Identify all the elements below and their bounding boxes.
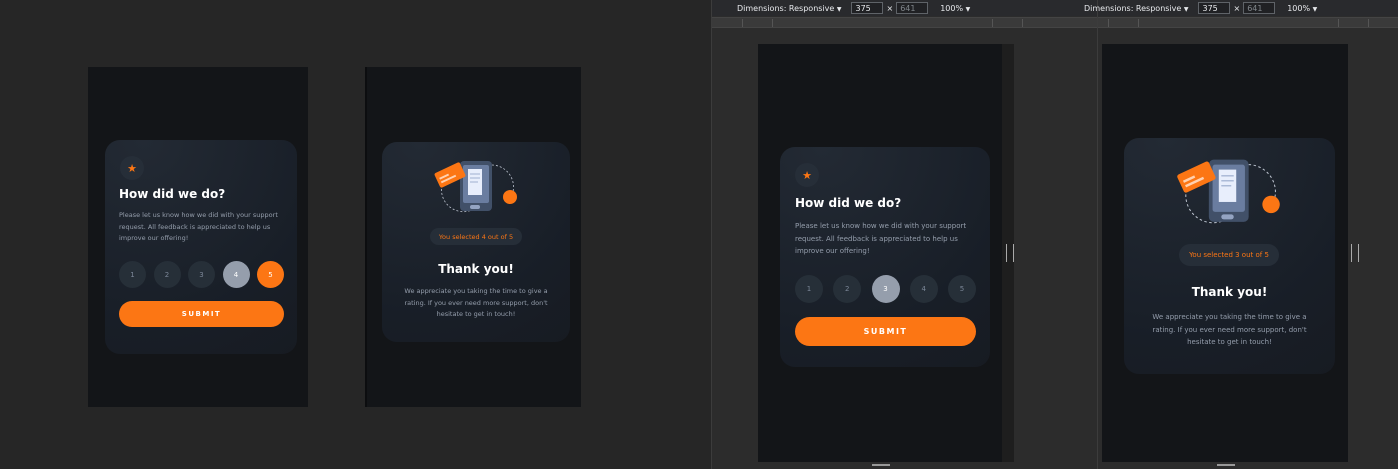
dimensions-dropdown[interactable]: Dimensions: Responsive ▼ xyxy=(737,4,841,13)
phone-receipt-icon xyxy=(434,161,517,213)
width-input[interactable]: 375 xyxy=(1198,2,1231,14)
thanks-description: We appreciate you taking the time to giv… xyxy=(1152,313,1307,346)
rating-group: 1 2 3 4 5 xyxy=(795,275,976,303)
zoom-dropdown[interactable]: 100% ▼ xyxy=(940,4,970,13)
rating-card-large: ★ How did we do? Please let us know how … xyxy=(780,147,990,367)
zoom-label: 100% xyxy=(940,3,964,13)
selected-rating-pill: You selected 3 out of 5 xyxy=(1179,244,1279,266)
rating-button-5[interactable]: 5 xyxy=(948,275,976,303)
dimensions-label: Dimensions: Responsive xyxy=(1084,3,1182,13)
submit-button[interactable]: SUBMIT xyxy=(119,301,284,327)
preview-phone-rating: ★ How did we do? Please let us know how … xyxy=(88,67,308,407)
devtools-responsive-panel-2: Dimensions: Responsive ▼ 375 × 641 100% … xyxy=(1084,0,1398,469)
times-sign: × xyxy=(886,3,894,13)
zoom-label: 100% xyxy=(1287,3,1311,13)
height-input[interactable]: 641 xyxy=(1243,2,1276,14)
rating-group: 1 2 3 4 5 xyxy=(119,261,284,288)
right-resize-handle[interactable] xyxy=(1351,244,1359,262)
payment-illustration xyxy=(432,155,522,219)
chevron-down-icon: ▼ xyxy=(1183,5,1189,13)
chevron-down-icon: ▼ xyxy=(1312,5,1318,13)
star-badge: ★ xyxy=(120,156,144,180)
preview-phone-thanks: You selected 4 out of 5 Thank you! We ap… xyxy=(365,67,581,407)
rating-button-2[interactable]: 2 xyxy=(833,275,862,303)
thanks-title: Thank you! xyxy=(1191,285,1268,299)
card-description: Please let us know how we did with your … xyxy=(119,211,278,242)
right-resize-handle[interactable] xyxy=(1006,244,1014,262)
devtools-toolbar: Dimensions: Responsive ▼ 375 × 641 100% … xyxy=(712,0,1097,16)
card-description: Please let us know how we did with your … xyxy=(795,222,967,255)
rating-button-4[interactable]: 4 xyxy=(222,261,250,288)
responsive-viewport: ★ How did we do? Please let us know how … xyxy=(758,44,1002,462)
height-input[interactable]: 641 xyxy=(896,2,929,14)
media-query-ruler xyxy=(712,17,1097,28)
width-input[interactable]: 375 xyxy=(851,2,884,14)
rating-button-3[interactable]: 3 xyxy=(188,261,215,288)
dimensions-dropdown[interactable]: Dimensions: Responsive ▼ xyxy=(1084,4,1188,13)
thanks-description: We appreciate you taking the time to giv… xyxy=(404,287,548,318)
selected-rating-pill: You selected 4 out of 5 xyxy=(430,228,522,245)
zoom-dropdown[interactable]: 100% ▼ xyxy=(1287,4,1317,13)
chevron-down-icon: ▼ xyxy=(836,5,842,13)
rating-card: ★ How did we do? Please let us know how … xyxy=(105,140,297,354)
thanks-card: You selected 4 out of 5 Thank you! We ap… xyxy=(382,142,570,342)
times-sign: × xyxy=(1233,3,1241,13)
devtools-responsive-panel-1: Dimensions: Responsive ▼ 375 × 641 100% … xyxy=(711,0,1097,469)
rating-button-2[interactable]: 2 xyxy=(153,261,181,288)
card-title: How did we do? xyxy=(119,187,226,201)
dimensions-label: Dimensions: Responsive xyxy=(737,3,835,13)
chevron-down-icon: ▼ xyxy=(965,5,971,13)
rating-button-1[interactable]: 1 xyxy=(795,275,823,303)
star-badge: ★ xyxy=(795,163,819,187)
rating-button-5[interactable]: 5 xyxy=(257,261,284,288)
thanks-card-large: You selected 3 out of 5 Thank you! We ap… xyxy=(1124,138,1335,374)
bottom-resize-handle[interactable] xyxy=(872,464,890,466)
star-icon: ★ xyxy=(127,161,137,175)
bottom-resize-handle[interactable] xyxy=(1217,464,1235,466)
thanks-title: Thank you! xyxy=(438,262,514,276)
payment-illustration xyxy=(1174,152,1286,232)
rating-button-4[interactable]: 4 xyxy=(909,275,938,303)
phone-receipt-icon xyxy=(1177,159,1280,224)
card-title: How did we do? xyxy=(795,196,902,210)
media-query-ruler xyxy=(1098,17,1398,28)
submit-button[interactable]: SUBMIT xyxy=(795,317,976,346)
devtools-toolbar: Dimensions: Responsive ▼ 375 × 641 100% … xyxy=(1084,0,1398,16)
rating-button-1[interactable]: 1 xyxy=(119,261,146,288)
rating-button-3[interactable]: 3 xyxy=(871,275,900,303)
responsive-viewport: You selected 3 out of 5 Thank you! We ap… xyxy=(1102,44,1348,462)
star-icon: ★ xyxy=(802,168,812,182)
